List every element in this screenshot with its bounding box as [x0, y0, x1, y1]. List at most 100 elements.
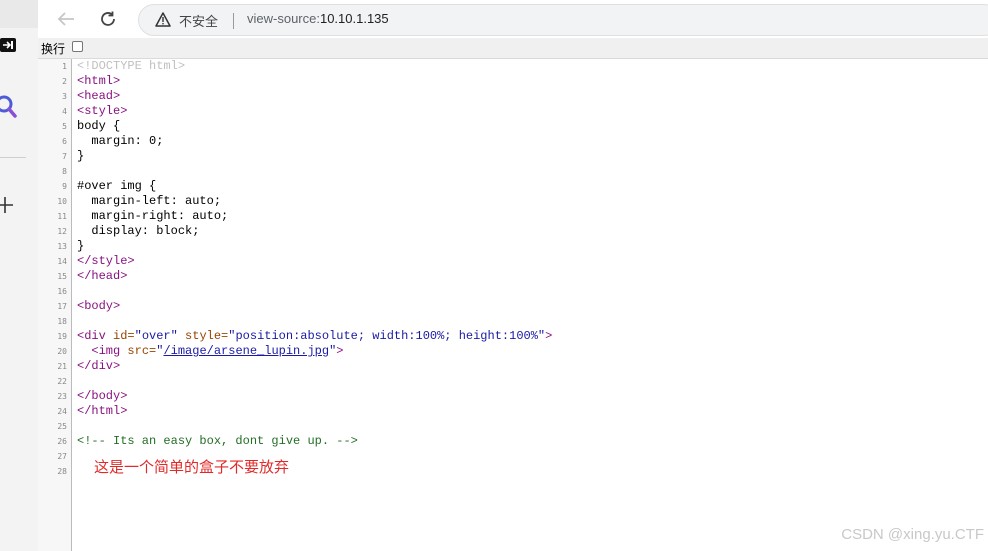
- source-line: 10 margin-left: auto;: [38, 194, 988, 209]
- browser-sidebar: [0, 0, 39, 551]
- source-text: <head>: [77, 89, 121, 103]
- source-text: <style>: [77, 104, 128, 118]
- line-number: 19: [57, 332, 67, 341]
- source-line: 12 display: block;: [38, 224, 988, 239]
- sidebar-divider: [0, 157, 26, 158]
- source-line: 15 </head>: [38, 269, 988, 284]
- watermark: CSDN @xing.yu.CTF: [841, 526, 984, 543]
- line-number: 7: [62, 152, 67, 161]
- source-line: 6 margin: 0;: [38, 134, 988, 149]
- line-number: 18: [57, 317, 67, 326]
- attr-token: id=: [113, 329, 135, 343]
- value-token: "over": [134, 329, 178, 343]
- line-wrap-checkbox[interactable]: [72, 41, 83, 52]
- source-text: </style>: [77, 254, 135, 268]
- back-arrow-icon: [57, 12, 74, 26]
- value-token: "position:absolute; width:100%; height:1…: [228, 329, 546, 343]
- source-text: margin: 0;: [77, 134, 164, 148]
- line-number: 14: [57, 257, 67, 266]
- url-scheme: view-source:: [247, 11, 320, 26]
- source-line: 1 <!DOCTYPE html>: [38, 59, 988, 74]
- back-button[interactable]: [54, 7, 78, 31]
- image-source-link[interactable]: /image/arsene_lupin.jpg: [163, 344, 329, 358]
- source-text: </head>: [77, 269, 128, 283]
- line-number: 11: [57, 212, 67, 221]
- source-line: 7}: [38, 149, 988, 164]
- line-number: 6: [62, 137, 67, 146]
- source-line: 16: [38, 284, 988, 299]
- plus-icon[interactable]: [0, 196, 14, 219]
- source-text: <div id="over" style="position:absolute;…: [77, 329, 552, 344]
- source-text: body {: [77, 119, 121, 133]
- address-bar[interactable]: 不安全 view-source:10.10.1.135: [138, 4, 988, 36]
- source-line: 23 </body>: [38, 389, 988, 404]
- source-text: </div>: [77, 359, 121, 373]
- source-line: 19 <div id="over" style="position:absolut…: [38, 329, 988, 344]
- source-text: #over img {: [77, 179, 157, 193]
- line-number: 9: [62, 182, 67, 191]
- tag-token: >: [336, 344, 344, 358]
- line-wrap-label: 换行: [41, 42, 66, 56]
- source-line: 2 <html>: [38, 74, 988, 89]
- search-icon[interactable]: [0, 94, 18, 127]
- tag-token: <img: [77, 344, 128, 358]
- security-status-label[interactable]: 不安全: [179, 11, 218, 30]
- line-number: 12: [57, 227, 67, 236]
- source-line: 14 </style>: [38, 254, 988, 269]
- line-number: 13: [57, 242, 67, 251]
- url-text[interactable]: view-source:10.10.1.135: [247, 11, 389, 26]
- source-line: 9 #over img {: [38, 179, 988, 194]
- source-text: margin-right: auto;: [77, 209, 229, 223]
- reload-icon: [101, 11, 115, 26]
- line-number: 27: [57, 452, 67, 461]
- line-number: 4: [62, 107, 67, 116]
- source-text: </body>: [77, 389, 128, 403]
- source-code-view: 1 <!DOCTYPE html> 2 <html> 3 <head> 4 <style…: [38, 59, 988, 479]
- line-number: 24: [57, 407, 67, 416]
- line-number: 8: [62, 167, 67, 176]
- source-text: }: [77, 239, 85, 253]
- source-line: 18: [38, 314, 988, 329]
- exit-icon[interactable]: [0, 38, 16, 52]
- source-line: 20 <img src="/image/arsene_lupin.jpg">: [38, 344, 988, 359]
- source-text: <!-- Its an easy box, dont give up. -->: [77, 434, 358, 448]
- line-number: 3: [62, 92, 67, 101]
- line-number: 15: [57, 272, 67, 281]
- browser-toolbar: 不安全 view-source:10.10.1.135: [38, 0, 988, 38]
- source-text: <img src="/image/arsene_lupin.jpg">: [77, 344, 343, 359]
- source-line: 13}: [38, 239, 988, 254]
- sidebar-top-area: [0, 0, 38, 28]
- line-number: 5: [62, 122, 67, 131]
- source-text: </html>: [77, 404, 128, 418]
- line-number: 28: [57, 467, 67, 476]
- line-wrap-bar: 换行: [38, 38, 988, 59]
- source-line: 5 body {: [38, 119, 988, 134]
- source-line: 21 </div>: [38, 359, 988, 374]
- annotation-text: 这是一个简单的盒子不要放弃: [94, 459, 290, 476]
- source-line: 3 <head>: [38, 89, 988, 104]
- source-line: 11 margin-right: auto;: [38, 209, 988, 224]
- source-line: 25: [38, 419, 988, 434]
- line-number: 1: [62, 62, 67, 71]
- line-number: 10: [57, 197, 67, 206]
- source-text: display: block;: [77, 224, 200, 238]
- reload-button[interactable]: [96, 7, 120, 31]
- warning-icon[interactable]: [155, 12, 171, 32]
- source-line: 24 </html>: [38, 404, 988, 419]
- line-number: 20: [57, 347, 67, 356]
- url-host: 10.10.1.135: [319, 11, 389, 26]
- line-number: 25: [57, 422, 67, 431]
- address-separator: [233, 13, 234, 29]
- line-number: 23: [57, 392, 67, 401]
- source-text: margin-left: auto;: [77, 194, 222, 208]
- source-line: 8: [38, 164, 988, 179]
- tag-token: <div: [77, 329, 114, 343]
- source-line: 22: [38, 374, 988, 389]
- line-number: 22: [57, 377, 67, 386]
- source-text: <body>: [77, 299, 121, 313]
- source-text: <html>: [77, 74, 121, 88]
- line-number: 2: [62, 77, 67, 86]
- source-text: }: [77, 149, 85, 163]
- line-number: 16: [57, 287, 67, 296]
- attr-token: style=: [177, 329, 229, 343]
